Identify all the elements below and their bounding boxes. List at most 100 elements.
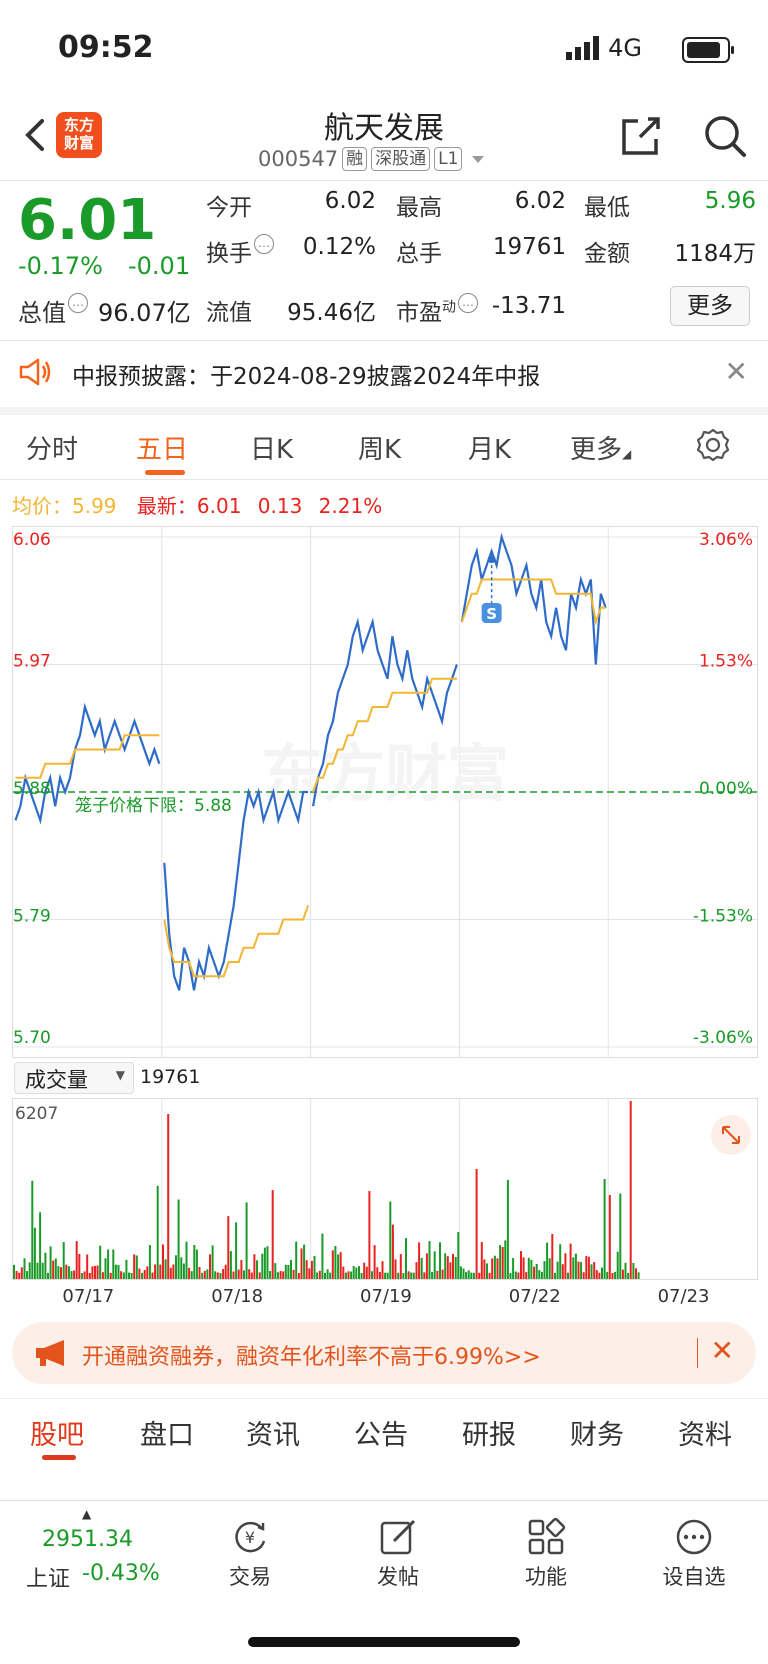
tab-monthly-k[interactable]: 月K: [468, 429, 511, 466]
volume-bar: [138, 1268, 141, 1279]
volume-bar: [439, 1242, 441, 1279]
volume-bar: [216, 1272, 219, 1279]
volume-bar: [162, 1244, 164, 1279]
volume-bar: [292, 1269, 295, 1279]
volume-bar: [290, 1259, 292, 1279]
bottom-bar: ▲ 2951.34 上证 -0.43% ¥ 交易 发帖 功能 设自选: [0, 1500, 768, 1664]
volume-bar: [587, 1256, 590, 1279]
volume-bar: [467, 1270, 470, 1279]
volume-bar: [561, 1264, 564, 1279]
index-value[interactable]: 2951.34: [42, 1527, 133, 1552]
volume-bar: [279, 1271, 282, 1279]
volume-bar: [376, 1267, 379, 1279]
volume-bar: [423, 1272, 426, 1279]
volume-bar: [75, 1241, 78, 1279]
nav-post[interactable]: 发帖: [348, 1517, 448, 1591]
trade-icon: ¥: [235, 1521, 266, 1553]
latest-change: 0.13: [257, 494, 303, 518]
volume-bar: [224, 1264, 227, 1279]
tab-five-day[interactable]: 五日: [136, 429, 188, 466]
tab-news[interactable]: 资讯: [246, 1413, 300, 1452]
volume-bar: [402, 1273, 405, 1279]
volume-bar: [240, 1260, 243, 1279]
volume-bar: [436, 1270, 439, 1279]
tab-daily-k[interactable]: 日K: [250, 429, 293, 466]
volume-bar: [146, 1266, 149, 1279]
share-icon[interactable]: [618, 113, 664, 159]
more-dots-icon: [676, 1519, 712, 1555]
volume-bar: [143, 1269, 146, 1279]
latest-value: 6.01: [196, 494, 242, 518]
volume-bar: [611, 1273, 614, 1279]
volume-bar: [339, 1252, 342, 1279]
volume-bar: [206, 1269, 209, 1279]
tab-orderbook[interactable]: 盘口: [140, 1413, 194, 1452]
volume-bar: [394, 1259, 397, 1279]
volume-bar: [101, 1272, 104, 1279]
nav-functions[interactable]: 功能: [496, 1517, 596, 1591]
index-change[interactable]: -0.43%: [82, 1561, 160, 1586]
volume-bar: [504, 1240, 507, 1279]
volume-bar: [621, 1269, 624, 1279]
volume-bar: [452, 1253, 454, 1279]
grid-icon: [528, 1517, 566, 1555]
stock-code-row[interactable]: 000547 融 深股通 L1: [258, 147, 485, 171]
volume-bar: [219, 1273, 222, 1279]
volume-bar: [141, 1272, 144, 1279]
tab-finance[interactable]: 财务: [570, 1413, 624, 1452]
search-icon[interactable]: [702, 113, 748, 159]
volume-bar: [269, 1271, 272, 1279]
volume-bar: [263, 1247, 266, 1279]
volume-bar: [248, 1269, 251, 1279]
quote-panel: 6.01 -0.17% -0.01 总值… 96.07亿 今开 6.02 最高 …: [0, 180, 768, 341]
volume-bar: [384, 1272, 387, 1279]
volume-bar: [91, 1266, 94, 1279]
index-name[interactable]: 上证: [26, 1561, 70, 1593]
chevron-up-icon[interactable]: ▲: [82, 1507, 91, 1521]
volume-bar: [190, 1271, 193, 1279]
volume-bar: [159, 1264, 162, 1279]
close-icon[interactable]: ✕: [725, 355, 748, 388]
nav-trade[interactable]: ¥ 交易: [200, 1517, 300, 1591]
nav-watchlist[interactable]: 设自选: [644, 1517, 744, 1591]
tab-guba[interactable]: 股吧: [30, 1413, 84, 1452]
volume-bar: [297, 1273, 300, 1279]
volume-bar: [175, 1255, 177, 1279]
price-chart[interactable]: 东方财富笼子价格下限：5.88 S 6.06 5.97 5.88 5.79 5.70 3.06…: [12, 526, 758, 1058]
volume-indicator-select[interactable]: 成交量 ▼: [14, 1062, 134, 1094]
volume-bar: [405, 1238, 407, 1279]
volume-bar: [614, 1271, 617, 1279]
volume-bar: [493, 1255, 496, 1279]
open-value: 6.02: [324, 188, 376, 214]
date-tick: 07/19: [360, 1286, 412, 1307]
volume-bar: [556, 1261, 559, 1279]
float-value: 95.46亿: [287, 300, 376, 326]
more-button[interactable]: 更多: [670, 286, 750, 326]
volume-bar: [472, 1272, 475, 1279]
margin-banner[interactable]: 开通融资融券，融资年化利率不高于6.99%>> ✕: [12, 1322, 756, 1384]
info-icon: …: [254, 234, 274, 254]
avg-label: 均价：: [12, 494, 72, 518]
volume-bar: [506, 1180, 509, 1279]
tab-profile[interactable]: 资料: [678, 1413, 732, 1452]
volume-bar: [635, 1268, 637, 1279]
volume-bar: [412, 1272, 415, 1279]
gear-icon[interactable]: [695, 427, 731, 463]
volume-bar: [593, 1262, 596, 1279]
volume-bar: [235, 1222, 238, 1279]
battery-icon: [682, 37, 734, 63]
volume-bar: [608, 1195, 611, 1279]
volume-chart[interactable]: 6207: [12, 1098, 758, 1280]
tab-more[interactable]: 更多◢: [570, 429, 631, 466]
tab-intraday[interactable]: 分时: [26, 429, 78, 466]
date-tick: 07/23: [657, 1286, 710, 1307]
volume-bar: [567, 1272, 569, 1279]
volume-bar: [564, 1253, 567, 1279]
info-icon: …: [458, 293, 478, 313]
report-notice[interactable]: 中报预披露：于2024-08-29披露2024年中报 ✕: [0, 341, 768, 415]
volume-bar: [342, 1266, 345, 1279]
close-icon[interactable]: ✕: [711, 1334, 734, 1367]
tab-research[interactable]: 研报: [462, 1413, 516, 1452]
tab-announcements[interactable]: 公告: [354, 1413, 408, 1452]
tab-weekly-k[interactable]: 周K: [358, 429, 401, 466]
